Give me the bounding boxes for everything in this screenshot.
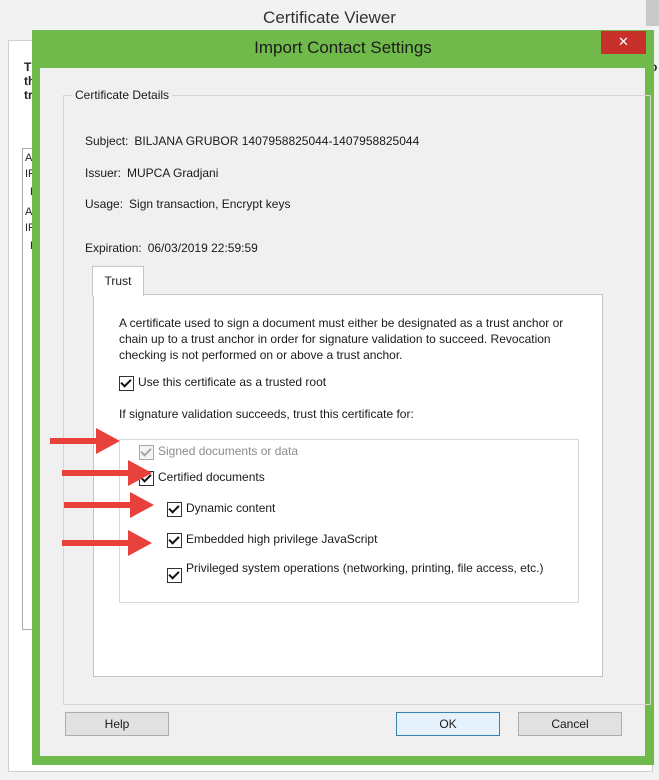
help-button[interactable]: Help <box>65 712 169 736</box>
certificate-details-legend: Certificate Details <box>75 88 170 102</box>
dynamic-content-label: Dynamic content <box>186 501 276 515</box>
dialog-client-area: Certificate Details Subject: BILJANA GRUB… <box>40 68 651 756</box>
embedded-javascript-checkbox[interactable] <box>167 533 182 548</box>
ok-button[interactable]: OK <box>396 712 500 736</box>
background-window-corner <box>646 0 659 26</box>
option-certified-documents[interactable]: Certified documents <box>139 470 265 486</box>
import-contact-settings-dialog: Import Contact Settings ✕ Certificate De… <box>32 30 654 765</box>
issuer-value: MUPCA Gradjani <box>127 166 219 180</box>
subject-line: Subject: BILJANA GRUBOR 1407958825044-140… <box>85 134 419 148</box>
trust-tab-panel: A certificate used to sign a document mu… <box>93 294 603 677</box>
close-button[interactable]: ✕ <box>601 31 646 54</box>
expiration-label: Expiration: <box>85 241 142 255</box>
trusted-root-checkbox-row[interactable]: Use this certificate as a trusted root <box>119 375 326 391</box>
issuer-line: Issuer: MUPCA Gradjani <box>85 166 218 180</box>
trust-for-label: If signature validation succeeds, trust … <box>119 407 414 421</box>
usage-line: Usage: Sign transaction, Encrypt keys <box>85 197 290 211</box>
annotation-arrow-icon <box>50 428 120 454</box>
certified-documents-label: Certified documents <box>158 470 265 484</box>
option-embedded-javascript[interactable]: Embedded high privilege JavaScript <box>167 532 377 548</box>
background-text-fragment: T <box>24 60 32 74</box>
dynamic-content-checkbox[interactable] <box>167 502 182 517</box>
option-dynamic-content[interactable]: Dynamic content <box>167 501 275 517</box>
expiration-value: 06/03/2019 22:59:59 <box>147 241 258 255</box>
cancel-button[interactable]: Cancel <box>518 712 622 736</box>
embedded-javascript-label: Embedded high privilege JavaScript <box>186 532 378 546</box>
option-signed-documents: Signed documents or data <box>139 444 298 460</box>
certificate-viewer-title: Certificate Viewer <box>263 8 396 27</box>
usage-label: Usage: <box>85 197 124 211</box>
expiration-line: Expiration: 06/03/2019 22:59:59 <box>85 241 258 255</box>
subject-value: BILJANA GRUBOR 1407958825044-14079588250… <box>134 134 420 148</box>
issuer-label: Issuer: <box>85 166 122 180</box>
annotation-arrow-icon <box>62 530 152 556</box>
usage-value: Sign transaction, Encrypt keys <box>129 197 291 211</box>
privileged-operations-label: Privileged system operations (networking… <box>186 561 544 575</box>
trust-description: A certificate used to sign a document mu… <box>119 316 564 362</box>
trusted-root-checkbox[interactable] <box>119 376 134 391</box>
dialog-title: Import Contact Settings <box>254 38 432 57</box>
privileged-operations-checkbox[interactable] <box>167 568 182 583</box>
annotation-arrow-icon <box>64 492 154 518</box>
signed-documents-label: Signed documents or data <box>158 444 299 458</box>
option-privileged-operations[interactable]: Privileged system operations (networking… <box>167 561 547 583</box>
subject-label: Subject: <box>85 134 129 148</box>
trusted-root-label: Use this certificate as a trusted root <box>138 375 327 389</box>
annotation-arrow-icon <box>62 460 152 486</box>
close-icon: ✕ <box>618 34 629 49</box>
tab-trust[interactable]: Trust <box>92 266 144 296</box>
